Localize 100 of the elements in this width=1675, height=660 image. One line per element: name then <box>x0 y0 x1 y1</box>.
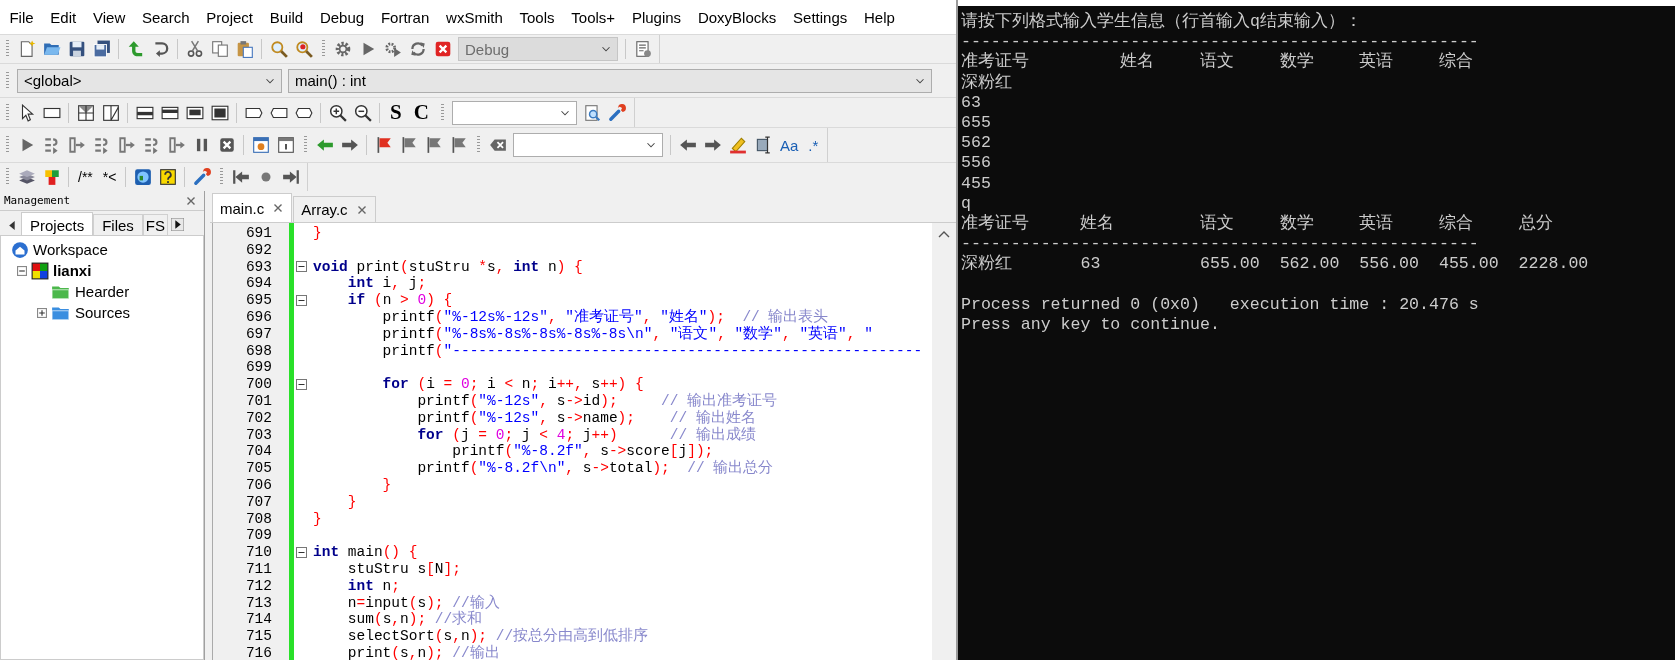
code-line: print(s,n); //输出 <box>346 644 501 660</box>
menu-item[interactable]: Plugins <box>623 8 690 26</box>
rebuild-icon[interactable] <box>408 40 427 58</box>
fold-icon[interactable] <box>296 261 307 273</box>
menu-item[interactable]: Help <box>855 8 904 26</box>
fold-icon[interactable] <box>296 547 307 559</box>
toolbar-button[interactable]: .* <box>805 136 822 154</box>
step-icon[interactable] <box>167 136 186 154</box>
code-line: printf("%-12s", s->id); // 输出准考证号 <box>416 392 779 409</box>
stack-icon[interactable] <box>17 168 36 186</box>
copy-icon[interactable] <box>210 40 229 58</box>
jump-forward-icon[interactable] <box>281 168 300 186</box>
menu-item[interactable]: Debug <box>311 8 373 26</box>
menu-item[interactable]: Project <box>197 8 262 26</box>
abort-icon[interactable] <box>433 40 452 58</box>
tree-item[interactable]: Workspace <box>33 241 108 258</box>
build-run-icon[interactable] <box>383 40 402 58</box>
line-number: 709 <box>244 527 272 545</box>
settings-icon[interactable] <box>333 40 352 58</box>
menu-item[interactable]: Settings <box>784 8 856 26</box>
console-line: 655 <box>961 112 991 134</box>
open-folder-icon[interactable] <box>42 40 61 58</box>
toolbar-button[interactable]: /** <box>75 169 96 185</box>
menu-item[interactable]: Tools+ <box>562 8 624 26</box>
sizer-icon[interactable] <box>210 103 229 122</box>
jump-back-icon[interactable] <box>231 168 250 186</box>
file-tab[interactable]: main.c <box>212 193 293 222</box>
wrench-icon[interactable] <box>608 103 627 122</box>
file-tab[interactable]: Array.c <box>293 196 376 222</box>
console-line: Press any key to continue. <box>961 314 1220 335</box>
tree-item[interactable]: Sources <box>75 304 131 321</box>
expand-icon[interactable] <box>37 307 47 318</box>
dropdown[interactable]: <global> <box>17 68 282 93</box>
toolbar-button[interactable]: S <box>386 100 406 125</box>
line-number: 693 <box>244 258 272 276</box>
menu-item[interactable]: Search <box>133 8 198 26</box>
menu-item[interactable]: Build <box>261 8 312 26</box>
step-icon[interactable] <box>67 136 86 154</box>
stop-icon[interactable] <box>217 136 236 154</box>
save-icon[interactable] <box>67 40 86 58</box>
fold-icon[interactable] <box>296 295 307 307</box>
blocks-icon[interactable] <box>42 168 61 186</box>
zoom-out-icon[interactable] <box>353 103 372 122</box>
log-icon[interactable] <box>633 40 652 58</box>
globe-icon[interactable] <box>133 168 152 186</box>
window-icon[interactable] <box>276 136 295 154</box>
window-icon[interactable] <box>251 136 270 154</box>
replace-icon[interactable] <box>294 40 313 58</box>
menu-item[interactable]: Edit <box>41 8 85 26</box>
document-search-icon[interactable] <box>583 103 602 122</box>
save-all-icon[interactable] <box>92 40 111 58</box>
highlighter-icon[interactable] <box>728 136 747 154</box>
console-line: 556 <box>961 153 991 174</box>
menu-item[interactable]: Tools <box>511 8 563 26</box>
toolbar-button[interactable]: C <box>409 100 433 125</box>
panel-tab[interactable]: Projects <box>21 212 94 235</box>
menu-item[interactable]: Fortran <box>372 8 438 26</box>
line-number: 710 <box>244 544 272 561</box>
console-cell: 英语 <box>1359 213 1394 233</box>
tree-item[interactable]: Hearder <box>75 283 130 300</box>
paste-icon[interactable] <box>235 40 254 58</box>
menu-item[interactable]: View <box>84 8 134 26</box>
line-number: 691 <box>244 225 272 242</box>
scroll-right-icon[interactable] <box>171 218 185 231</box>
scroll-up-icon[interactable] <box>938 230 950 238</box>
undo-icon[interactable] <box>126 40 145 58</box>
menu-item[interactable]: File <box>1 8 42 26</box>
help-icon[interactable] <box>158 168 177 186</box>
tree-item[interactable]: lianxi <box>53 262 92 279</box>
console-cell: 综合 <box>1438 52 1473 72</box>
dropdown[interactable]: main() : int <box>288 68 932 93</box>
scrollbar[interactable] <box>932 223 956 660</box>
scissors-icon[interactable] <box>185 40 204 58</box>
panel-tab[interactable]: FS <box>142 214 169 235</box>
layout-icon[interactable] <box>76 103 95 122</box>
zoom-in-icon[interactable] <box>328 103 347 122</box>
toolbar-button[interactable]: *< <box>99 169 120 185</box>
panel-tab[interactable]: Files <box>93 214 143 235</box>
console-line: ---------------------------------------------------- <box>961 32 1479 52</box>
console-line: ---------------------------------------------------- <box>961 234 1479 254</box>
search-icon[interactable] <box>269 40 288 58</box>
wrench-icon[interactable] <box>192 168 211 186</box>
toolbar-button[interactable]: Aa <box>777 136 802 154</box>
menu-item[interactable]: DoxyBlocks <box>689 8 785 26</box>
code-line: sum(s,n); //求和 <box>346 611 484 629</box>
line-number: 706 <box>244 476 272 494</box>
menu-item[interactable]: wxSmith <box>437 8 512 26</box>
line-number: 705 <box>244 460 272 477</box>
code-line: printf("%-12s", s->name); // 输出姓名 <box>416 409 757 426</box>
clear-icon[interactable] <box>488 136 507 154</box>
fold-icon[interactable] <box>296 379 307 391</box>
layout-icon[interactable] <box>101 103 120 122</box>
console-cell: 556.00 <box>1359 254 1420 274</box>
code-line: printf("%-12s%-12s", "准考证号", "姓名"); // 输出表头 <box>381 309 830 325</box>
code-line: printf("%-8s%-8s%-8s%-8s%-8s\n", "语文", "数学", "英语", " <box>381 325 874 343</box>
collapse-icon[interactable] <box>17 265 27 276</box>
code-line: int main() { <box>313 544 419 561</box>
scroll-left-icon[interactable] <box>7 220 18 231</box>
console-cell: 455.00 <box>1438 254 1499 274</box>
step-icon[interactable] <box>117 136 136 154</box>
